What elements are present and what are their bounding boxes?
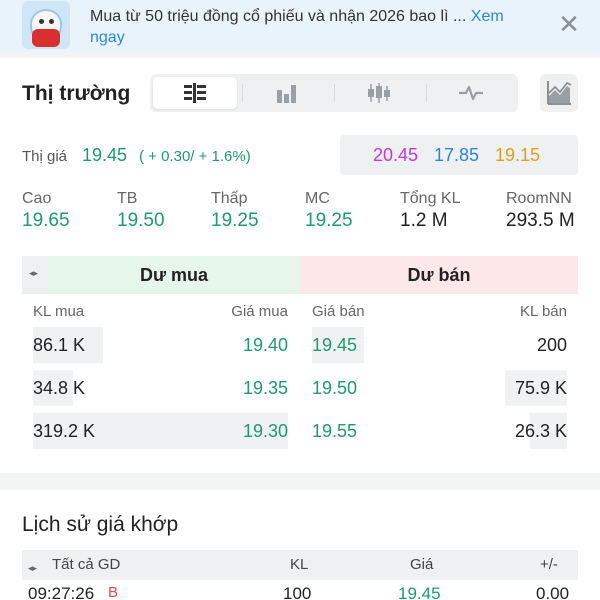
history-change: 0.00	[536, 584, 570, 600]
candlestick-icon	[368, 83, 390, 103]
floor-price: 17.85	[434, 145, 480, 165]
ceiling-price: 20.45	[373, 145, 419, 165]
banner-text[interactable]: Mua từ 50 triệu đồng cổ phiếu và nhận 20…	[90, 6, 540, 48]
bid-volume-header: KL mua	[33, 303, 85, 320]
ask-header: Dư bán	[300, 256, 578, 294]
bid-volume: 34.8 K	[33, 378, 86, 398]
history-price: 19.45	[398, 584, 441, 600]
bid-volume: 86.1 K	[33, 335, 86, 355]
ask-price[interactable]: 19.50	[312, 378, 357, 399]
tab-volume[interactable]	[245, 77, 329, 109]
bid-volume: 319.2 K	[33, 421, 96, 441]
view-tabs	[150, 74, 518, 112]
tab-candlestick[interactable]	[337, 77, 421, 109]
ask-price[interactable]: 19.55	[312, 421, 357, 442]
bid-price[interactable]: 19.35	[243, 378, 288, 399]
close-icon[interactable]: ✕	[555, 10, 583, 38]
area-chart-icon	[547, 81, 572, 105]
stat-label-room-nn: RoomNN	[506, 190, 572, 207]
ask-price[interactable]: 19.45	[312, 335, 357, 356]
bid-price[interactable]: 19.40	[243, 335, 288, 356]
bid-price-header: Giá mua	[231, 303, 288, 320]
history-volume: 100	[283, 584, 312, 600]
stat-value-room-nn: 293.5 M	[506, 210, 575, 231]
tab-order-book[interactable]	[153, 77, 237, 109]
reference-prices: 20.45 17.85 19.15	[340, 135, 578, 175]
price-label: Thị giá	[22, 148, 68, 165]
side-badge: B	[108, 584, 119, 600]
stat-label-avg: TB	[117, 190, 138, 207]
ask-price-header: Giá bán	[312, 303, 365, 320]
stat-label-total-volume: Tổng KL	[400, 190, 461, 207]
stat-value-high: 19.65	[22, 210, 70, 231]
history-time: 09:27:26	[28, 584, 95, 600]
bid-price[interactable]: 19.30	[243, 421, 288, 442]
history-price-header: Giá	[410, 556, 434, 573]
stat-value-total-volume: 1.2 M	[400, 210, 448, 231]
current-price: 19.45	[82, 145, 128, 165]
history-filter[interactable]: Tất cả GD	[52, 556, 120, 573]
promo-banner[interactable]: Mua từ 50 triệu đồng cổ phiếu và nhận 20…	[0, 0, 600, 52]
bid-header: Dư mua	[48, 256, 300, 294]
expand-arrows-icon: ◂▸	[29, 268, 39, 278]
order-book-toggle[interactable]: ◂▸	[22, 256, 48, 294]
ask-volume: 200	[536, 335, 567, 355]
price-change: ( + 0.30/ + 1.6%)	[139, 148, 251, 165]
history-change-header: +/-	[540, 556, 558, 573]
chart-button[interactable]	[540, 74, 578, 112]
tab-divider	[334, 84, 335, 102]
stat-label-low: Thấp	[211, 190, 248, 207]
order-book-icon	[184, 83, 206, 103]
stat-value-avg: 19.50	[117, 210, 165, 231]
page-title: Thị trường	[22, 82, 131, 105]
volume-bars-icon	[277, 85, 296, 103]
reference-price: 19.15	[495, 145, 541, 165]
tab-divider	[242, 84, 243, 102]
expand-arrows-icon[interactable]: ◂▸	[28, 563, 37, 574]
ask-volume: 75.9 K	[514, 378, 567, 398]
tab-line[interactable]	[429, 77, 513, 109]
ask-volume: 26.3 K	[514, 421, 567, 441]
ask-volume-header: KL bán	[520, 303, 567, 320]
tab-divider	[426, 84, 427, 102]
stat-label-mc: MC	[305, 190, 330, 207]
history-title: Lịch sử giá khớp	[22, 513, 179, 536]
line-wave-icon	[459, 85, 483, 101]
stat-value-mc: 19.25	[305, 210, 353, 231]
mascot-image	[22, 1, 70, 49]
stat-value-low: 19.25	[211, 210, 259, 231]
stat-label-high: Cao	[22, 190, 52, 207]
history-volume-header: KL	[290, 556, 309, 573]
